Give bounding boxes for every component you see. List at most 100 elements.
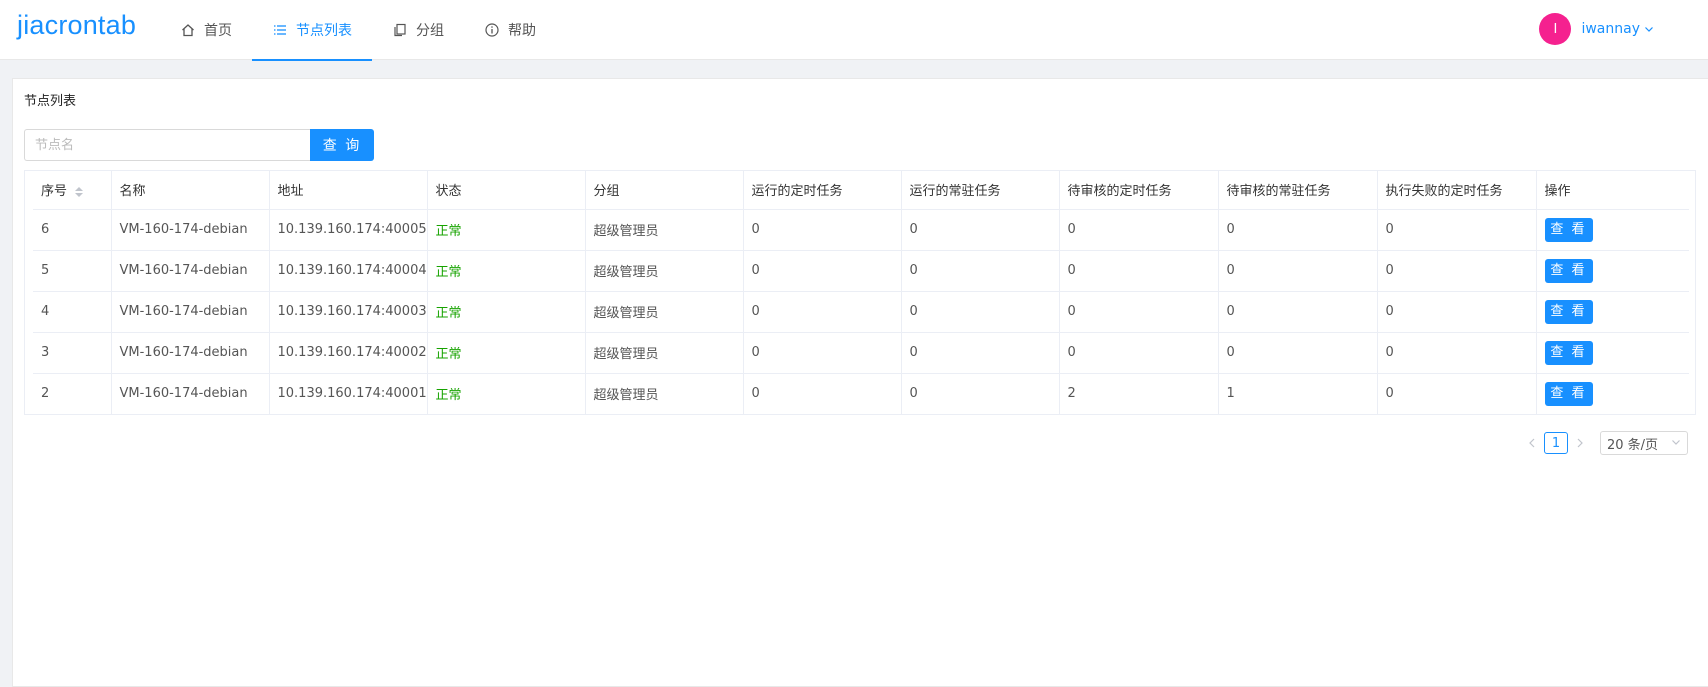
node-table: 序号 名称 地址 状态 分组 运行的定时任务 运行的常驻任务 待审核的定时任务 …: [24, 170, 1696, 415]
main-panel: 节点列表 查 询 序号 名称 地址 状态 分组 运行的定时任务 运行的常驻任务 …: [12, 78, 1708, 687]
view-button[interactable]: 查 看: [1544, 340, 1593, 365]
chevron-down-icon[interactable]: [1644, 24, 1654, 34]
search-input[interactable]: [24, 129, 310, 161]
table-cell: VM-160-174-debian: [111, 209, 270, 251]
table-cell: 4: [33, 291, 112, 333]
action-cell: 查 看: [1536, 291, 1689, 333]
nav-item-node-list[interactable]: 节点列表: [252, 0, 372, 61]
table-row: 5 VM-160-174-debian 10.139.160.174:40004 正常…: [33, 250, 1689, 292]
table-cell: 0: [1059, 291, 1219, 333]
table-cell: 0: [1059, 332, 1219, 374]
column-header: 操作: [1536, 171, 1689, 210]
table-cell: 0: [1218, 332, 1378, 374]
table-cell: 10.139.160.174:40003: [269, 291, 428, 333]
avatar[interactable]: I: [1539, 13, 1572, 45]
table-cell: VM-160-174-debian: [111, 291, 270, 333]
view-button[interactable]: 查 看: [1544, 381, 1593, 406]
nav-item-label: 首页: [204, 23, 232, 39]
column-header: 待审核的常驻任务: [1218, 171, 1378, 210]
column-header[interactable]: 序号: [33, 171, 112, 210]
copy-icon: [392, 22, 408, 38]
table-cell: 5: [33, 250, 112, 292]
table-cell: VM-160-174-debian: [111, 332, 270, 374]
page-title: 节点列表: [24, 94, 77, 109]
table-cell: 0: [1059, 250, 1219, 292]
table-cell: 10.139.160.174:40001: [269, 373, 428, 415]
table-cell: 0: [743, 291, 902, 333]
table-cell: 0: [1218, 250, 1378, 292]
view-button[interactable]: 查 看: [1544, 299, 1593, 324]
nav-item-label: 分组: [416, 23, 444, 39]
table-cell: 0: [1059, 209, 1219, 251]
table-cell: 0: [743, 209, 902, 251]
home-icon: [180, 22, 196, 38]
action-cell: 查 看: [1536, 373, 1689, 415]
table-cell: 0: [743, 250, 902, 292]
table-row: 2 VM-160-174-debian 10.139.160.174:40001 正常…: [33, 373, 1689, 415]
chevron-down-icon: [1671, 436, 1681, 451]
info-icon: [484, 22, 500, 38]
nav-item-home[interactable]: 首页: [160, 0, 252, 60]
table-row: 3 VM-160-174-debian 10.139.160.174:40002 正常…: [33, 332, 1689, 374]
column-header: 名称: [111, 171, 270, 210]
table-row: 4 VM-160-174-debian 10.139.160.174:40003 正常…: [33, 291, 1689, 333]
status-cell: 正常: [427, 291, 586, 333]
table-cell: 1: [1218, 373, 1378, 415]
action-cell: 查 看: [1536, 332, 1689, 374]
table-cell: 超级管理员: [585, 250, 744, 292]
table-cell: 超级管理员: [585, 291, 744, 333]
list-icon: [272, 22, 288, 38]
page-number[interactable]: 1: [1544, 432, 1568, 454]
user-name[interactable]: iwannay: [1581, 21, 1640, 37]
table-cell: 0: [901, 291, 1060, 333]
nav-item-help[interactable]: 帮助: [464, 0, 556, 60]
status-cell: 正常: [427, 209, 586, 251]
search-button[interactable]: 查 询: [310, 129, 374, 161]
table-cell: 2: [33, 373, 112, 415]
table-cell: 0: [1377, 291, 1537, 333]
status-cell: 正常: [427, 332, 586, 374]
table-cell: 0: [1377, 209, 1537, 251]
status-cell: 正常: [427, 373, 586, 415]
column-header: 执行失败的定时任务: [1377, 171, 1537, 210]
table-cell: 超级管理员: [585, 373, 744, 415]
prev-page-icon[interactable]: [1522, 432, 1542, 454]
status-cell: 正常: [427, 250, 586, 292]
pagination: 1 20 条/页: [1522, 431, 1688, 455]
table-cell: 0: [1377, 332, 1537, 374]
sort-icon[interactable]: [75, 186, 84, 197]
table-cell: 2: [1059, 373, 1219, 415]
column-header: 待审核的定时任务: [1059, 171, 1219, 210]
table-cell: 0: [901, 373, 1060, 415]
top-header: jiacrontab 首页 节点列表 分组 帮助 I iwannay: [0, 0, 1708, 61]
search-bar: 查 询: [24, 129, 374, 161]
table-cell: VM-160-174-debian: [111, 373, 270, 415]
view-button[interactable]: 查 看: [1544, 217, 1593, 242]
nav-item-label: 帮助: [508, 23, 536, 39]
table-cell: 超级管理员: [585, 209, 744, 251]
table-cell: 0: [1218, 291, 1378, 333]
table-cell: 0: [901, 209, 1060, 251]
page-size-select[interactable]: 20 条/页: [1600, 431, 1688, 455]
user-menu[interactable]: I iwannay: [1539, 13, 1654, 45]
column-header: 运行的常驻任务: [901, 171, 1060, 210]
column-header: 状态: [427, 171, 586, 210]
app-logo[interactable]: jiacrontab: [17, 10, 136, 41]
column-header: 地址: [269, 171, 428, 210]
next-page-icon[interactable]: [1570, 432, 1590, 454]
table-row: 6 VM-160-174-debian 10.139.160.174:40005 正常…: [33, 209, 1689, 251]
table-cell: VM-160-174-debian: [111, 250, 270, 292]
table-cell: 10.139.160.174:40004: [269, 250, 428, 292]
page-size-value: 20 条/页: [1607, 437, 1659, 453]
nav-item-label: 节点列表: [296, 23, 352, 39]
table-cell: 0: [1377, 373, 1537, 415]
table-cell: 10.139.160.174:40005: [269, 209, 428, 251]
view-button[interactable]: 查 看: [1544, 258, 1593, 283]
table-header-row: 序号 名称 地址 状态 分组 运行的定时任务 运行的常驻任务 待审核的定时任务 …: [33, 171, 1689, 210]
action-cell: 查 看: [1536, 250, 1689, 292]
table-cell: 0: [901, 332, 1060, 374]
table-cell: 3: [33, 332, 112, 374]
table-cell: 0: [743, 373, 902, 415]
nav-item-group[interactable]: 分组: [372, 0, 464, 60]
column-header: 运行的定时任务: [743, 171, 902, 210]
